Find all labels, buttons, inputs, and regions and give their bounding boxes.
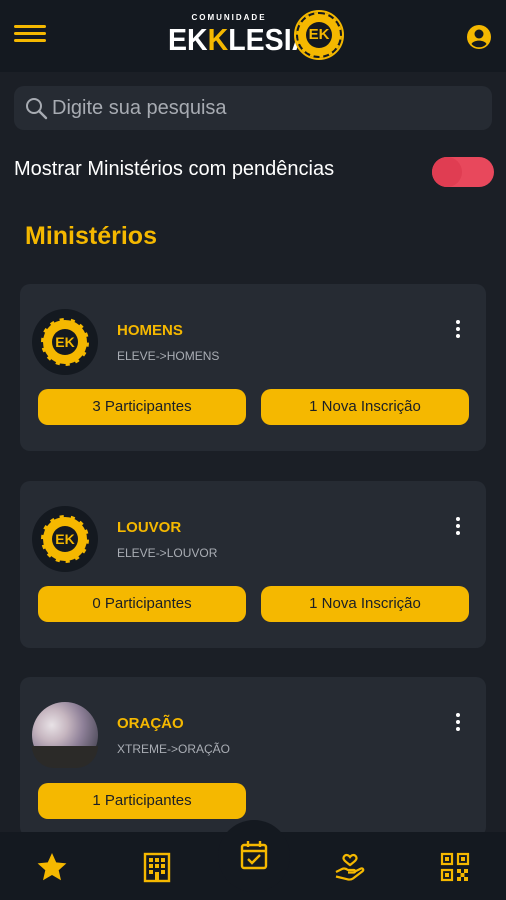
account-circle-icon[interactable] bbox=[466, 24, 492, 50]
pending-filter-label: Mostrar Ministérios com pendências bbox=[14, 158, 335, 180]
bottom-navigation bbox=[0, 820, 506, 900]
logo-title: EKKLESIA bbox=[168, 22, 313, 57]
building-icon[interactable] bbox=[140, 850, 174, 884]
qr-code-icon[interactable] bbox=[438, 850, 472, 884]
section-title: Ministérios bbox=[25, 222, 157, 250]
more-options-icon[interactable] bbox=[448, 517, 468, 537]
ministry-path: ELEVE->LOUVOR bbox=[117, 546, 218, 560]
helping-hand-icon[interactable] bbox=[333, 850, 367, 884]
ministry-path: ELEVE->HOMENS bbox=[117, 349, 220, 363]
app-logo: COMUNIDADE EKKLESIA EK bbox=[168, 10, 344, 62]
new-registration-button[interactable]: 1 Nova Inscrição bbox=[261, 389, 469, 425]
participants-button[interactable]: 0 Participantes bbox=[38, 586, 246, 622]
ministry-name: ORAÇÃO bbox=[117, 715, 184, 732]
calendar-check-icon bbox=[240, 841, 268, 870]
pending-filter-toggle[interactable] bbox=[432, 157, 494, 187]
star-icon[interactable] bbox=[35, 850, 69, 884]
participants-button[interactable]: 1 Participantes bbox=[38, 783, 246, 819]
ek-badge-icon: EK bbox=[41, 515, 89, 563]
logo-subtitle: COMUNIDADE bbox=[191, 13, 267, 22]
toggle-knob bbox=[432, 157, 462, 187]
ministry-name: LOUVOR bbox=[117, 519, 182, 536]
ministry-card-homens[interactable]: EK HOMENS ELEVE->HOMENS 3 Participantes … bbox=[20, 284, 486, 451]
search-input[interactable] bbox=[52, 92, 482, 124]
logo-badge-icon: EK bbox=[294, 10, 344, 60]
more-options-icon[interactable] bbox=[448, 320, 468, 340]
ministry-avatar: EK bbox=[32, 506, 98, 572]
search-bar bbox=[14, 86, 492, 130]
hamburger-menu-icon[interactable] bbox=[14, 22, 46, 50]
ministry-path: XTREME->ORAÇÃO bbox=[117, 742, 231, 756]
new-registration-button[interactable]: 1 Nova Inscrição bbox=[261, 586, 469, 622]
ministry-name: HOMENS bbox=[117, 322, 183, 339]
pending-filter-row: Mostrar Ministérios com pendências bbox=[14, 155, 494, 189]
nav-center-button[interactable] bbox=[218, 820, 290, 892]
participants-button[interactable]: 3 Participantes bbox=[38, 389, 246, 425]
ek-badge-icon: EK bbox=[41, 318, 89, 366]
ministry-card-louvor[interactable]: EK LOUVOR ELEVE->LOUVOR 0 Participantes … bbox=[20, 481, 486, 648]
app-header: COMUNIDADE EKKLESIA EK bbox=[0, 0, 506, 72]
more-options-icon[interactable] bbox=[448, 713, 468, 733]
ministry-card-oracao[interactable]: ORAÇÃO XTREME->ORAÇÃO 1 Participantes bbox=[20, 677, 486, 837]
ministry-photo bbox=[32, 702, 98, 768]
ministry-avatar: EK bbox=[32, 309, 98, 375]
search-icon bbox=[26, 98, 48, 120]
